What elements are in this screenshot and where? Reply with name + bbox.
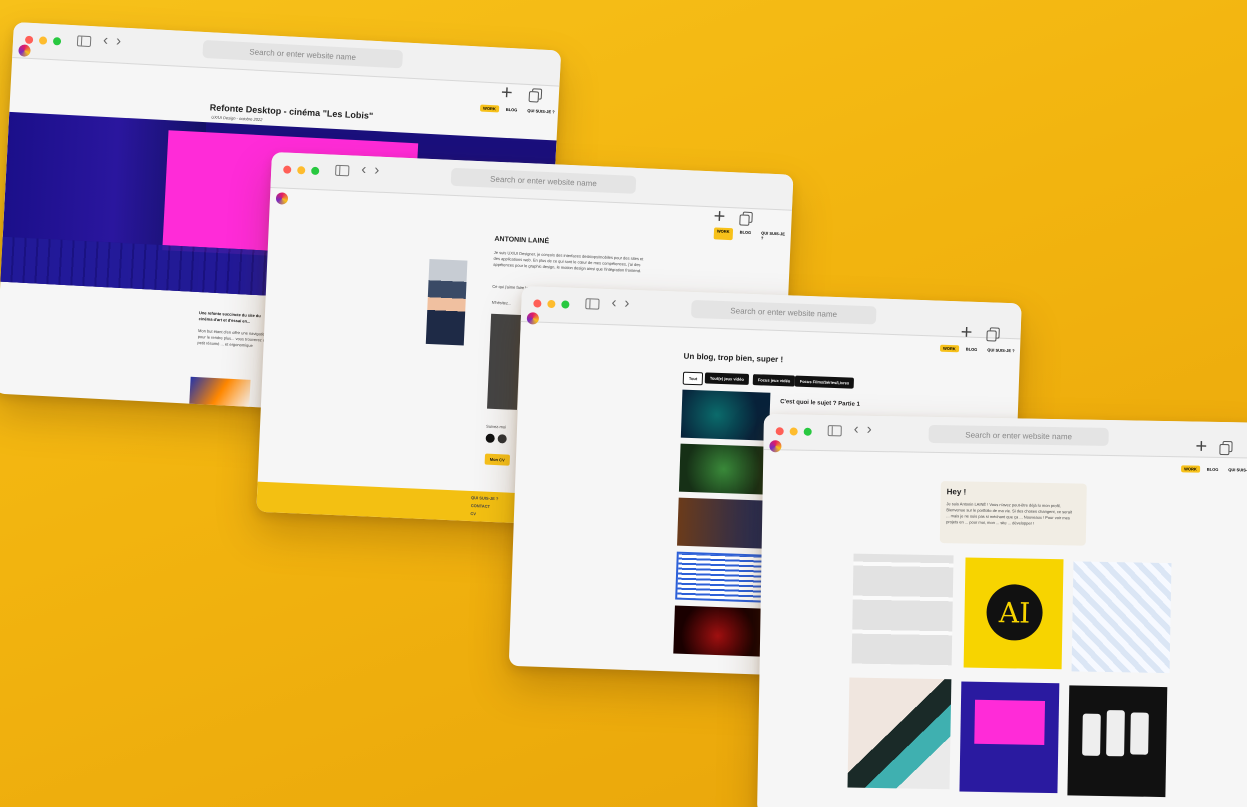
phone-mockup xyxy=(1082,713,1101,756)
back-forward-icon[interactable]: ‹› xyxy=(361,161,388,179)
filter-focus-films[interactable]: Focus Films/Séries/Livres xyxy=(794,375,855,389)
browser-window-home: ‹› Search or enter website name + WORK B… xyxy=(757,414,1247,807)
filter-video-games[interactable]: Tout(e) jeux vidéo xyxy=(704,372,750,385)
tabs-icon[interactable] xyxy=(986,330,997,342)
menu-work[interactable]: WORK xyxy=(479,104,499,113)
phone-mockup xyxy=(1106,710,1125,757)
project-tile-mobile[interactable] xyxy=(851,553,954,666)
project-intro-bold: Une refonte succincte du site du cinéma … xyxy=(198,310,261,324)
menu-blog[interactable]: BLOG xyxy=(503,106,521,114)
menu-about[interactable]: QUI SUIS-JE ? xyxy=(1225,466,1247,474)
intro-card: Hey ! Je suis Antonin LAINÉ ! Vous n'ave… xyxy=(939,481,1087,546)
new-tab-icon[interactable]: + xyxy=(500,82,513,106)
social-icon[interactable] xyxy=(497,434,507,444)
back-forward-icon[interactable]: ‹› xyxy=(854,421,880,438)
filter-focus-games[interactable]: Focus jeux vidéo xyxy=(752,374,796,387)
site-menu: WORK BLOG QUI SUIS-JE ? xyxy=(1181,465,1247,473)
address-bar[interactable]: Search or enter website name xyxy=(202,39,404,69)
menu-about[interactable]: QUI SUIS-JE ? xyxy=(524,107,558,116)
footer-cv[interactable]: CV xyxy=(470,511,476,517)
ai-logo: AI xyxy=(986,583,1044,641)
sidebar-icon[interactable] xyxy=(827,425,842,437)
project-tile-illustration[interactable] xyxy=(847,677,952,790)
window-controls[interactable] xyxy=(775,427,812,436)
project-thumbnail xyxy=(189,376,251,410)
tabs-icon[interactable] xyxy=(739,214,750,226)
post-thumbnail[interactable] xyxy=(678,443,769,495)
profile-name: ANTONIN LAINÉ xyxy=(494,235,550,246)
back-forward-icon[interactable]: ‹› xyxy=(611,294,638,312)
footer-about[interactable]: QUI SUIS-JE ? xyxy=(471,495,499,502)
follow-label: Suivez-moi xyxy=(486,423,507,430)
footer-contact[interactable]: CONTACT xyxy=(471,503,490,510)
project-tile-wireframes[interactable] xyxy=(1071,561,1172,674)
address-bar[interactable]: Search or enter website name xyxy=(928,424,1109,447)
project-intro: Mon but étant d'en offrir une navigation… xyxy=(197,328,268,348)
cinema-screen xyxy=(974,699,1046,745)
sidebar-icon[interactable] xyxy=(76,35,92,48)
site-menu: WORK BLOG QUI SUIS-JE ? xyxy=(939,344,1018,355)
menu-work[interactable]: WORK xyxy=(1181,465,1200,473)
post-thumbnail[interactable] xyxy=(675,551,765,603)
menu-blog[interactable]: BLOG xyxy=(963,345,981,353)
site-menu: WORK BLOG QUI SUIS-JE ? xyxy=(713,227,791,242)
window-controls[interactable] xyxy=(24,35,62,46)
menu-work[interactable]: WORK xyxy=(939,344,959,353)
intro-greeting: Hey ! xyxy=(946,487,967,497)
project-tile-ai[interactable]: AI xyxy=(963,557,1064,670)
site-logo[interactable] xyxy=(275,192,289,205)
profile-photo xyxy=(425,258,468,346)
menu-about[interactable]: QUI SUIS-JE ? xyxy=(984,346,1018,354)
post-title[interactable]: C'est quoi le sujet ? Partie 1 xyxy=(780,399,860,408)
tabs-icon[interactable] xyxy=(1219,443,1230,456)
project-tile-app[interactable] xyxy=(1067,685,1168,798)
sidebar-icon[interactable] xyxy=(585,298,600,310)
post-thumbnail[interactable] xyxy=(677,497,767,549)
filter-all[interactable]: Tout xyxy=(682,371,704,386)
browser-toolbar: ‹› Search or enter website name xyxy=(763,414,1247,459)
menu-work[interactable]: WORK xyxy=(713,227,733,241)
phone-mockup xyxy=(1130,712,1149,755)
address-bar[interactable]: Search or enter website name xyxy=(450,167,637,194)
window-controls[interactable] xyxy=(533,299,570,309)
profile-intro: Je suis UX/UI Designer, je conçois des i… xyxy=(493,249,644,274)
intro-text: Je suis Antonin LAINÉ ! Vous n'avez peut… xyxy=(946,501,1073,526)
new-tab-icon[interactable]: + xyxy=(713,205,726,228)
site-menu: WORK BLOG QUI SUIS-JE ? xyxy=(479,104,558,116)
post-thumbnail[interactable] xyxy=(680,389,771,441)
cv-button[interactable]: Mon CV xyxy=(484,453,510,466)
new-tab-icon[interactable]: + xyxy=(960,321,972,344)
new-tab-icon[interactable]: + xyxy=(1195,436,1207,459)
site-logo[interactable] xyxy=(769,440,782,453)
linkedin-icon[interactable] xyxy=(485,433,495,443)
sidebar-icon[interactable] xyxy=(335,164,350,177)
address-bar[interactable]: Search or enter website name xyxy=(690,299,877,325)
window-controls[interactable] xyxy=(283,165,320,176)
menu-about[interactable]: QUI SUIS-JE ? xyxy=(758,229,791,242)
browser-toolbar: ‹› Search or enter website name xyxy=(520,286,1022,340)
site-logo[interactable] xyxy=(526,312,540,325)
menu-blog[interactable]: BLOG xyxy=(736,228,754,241)
video-embed xyxy=(487,313,522,410)
menu-blog[interactable]: BLOG xyxy=(1204,466,1222,473)
back-forward-icon[interactable]: ‹› xyxy=(103,32,130,50)
tabs-icon[interactable] xyxy=(528,91,540,103)
post-thumbnail[interactable] xyxy=(673,605,763,657)
project-tile-cinema[interactable] xyxy=(959,681,1060,794)
project-subtitle: UX/UI Design - octobre 2022 xyxy=(211,114,263,123)
browser-toolbar: ‹› Search or enter website name xyxy=(12,22,562,87)
blog-title: Un blog, trop bien, super ! xyxy=(683,351,784,365)
